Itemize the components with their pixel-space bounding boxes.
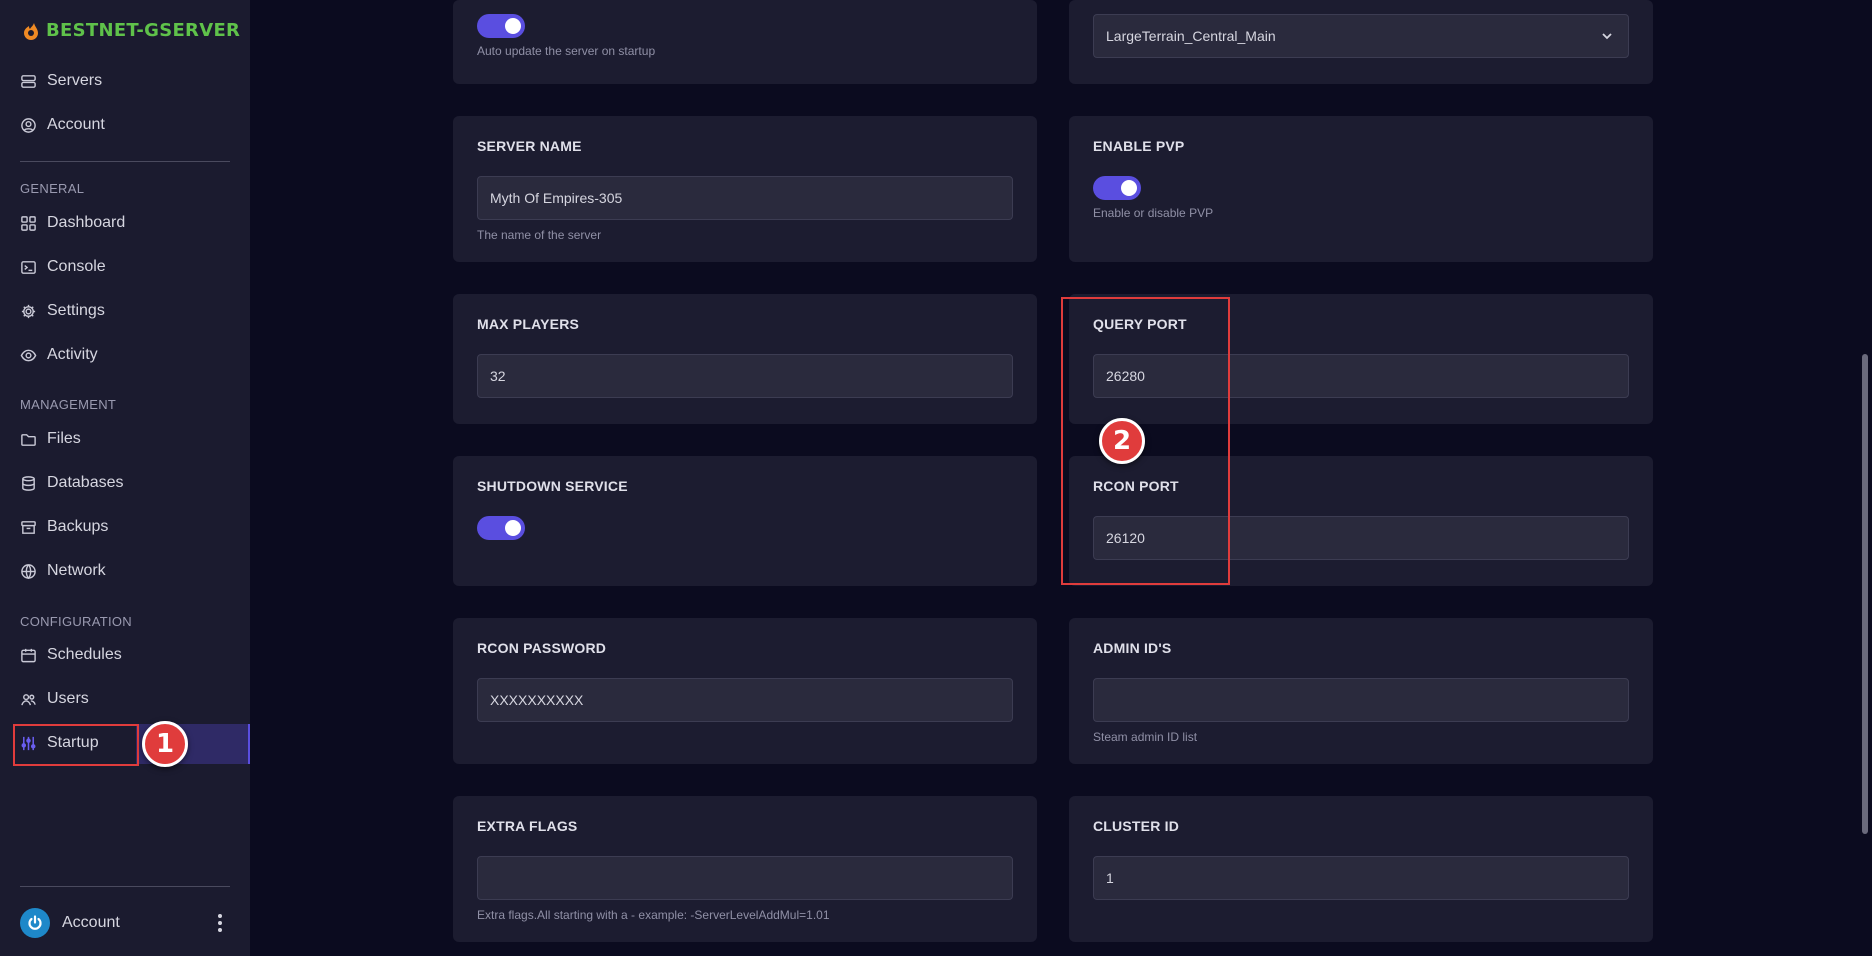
more-options-icon[interactable] [210,914,230,932]
rcon-password-title: RCON PASSWORD [477,640,607,656]
startup-highlight-box [13,724,139,766]
brand-logo[interactable]: BESTNET-GSERVER [20,16,240,44]
enable-pvp-toggle[interactable] [1093,176,1141,200]
sidebar-item-schedules[interactable]: Schedules [20,640,122,670]
sidebar-item-label: Backups [47,518,109,535]
grid-icon [21,215,36,231]
sidebar-item-network[interactable]: Network [20,556,106,586]
calendar-icon [21,648,36,662]
server-icon [21,74,36,88]
scrollbar-track[interactable] [1858,0,1872,956]
card-enable-pvp: ENABLE PVP Enable or disable PVP [1069,116,1653,262]
ports-highlight-box [1061,297,1230,585]
card-rcon-password: RCON PASSWORD XXXXXXXXXX [453,618,1037,764]
sidebar-item-label: Account [47,116,105,133]
card-auto-update: Auto update the server on startup [453,0,1037,84]
cluster-id-title: CLUSTER ID [1093,818,1179,834]
gear-icon [21,304,36,318]
auto-update-help: Auto update the server on startup [477,44,656,58]
archive-icon [21,520,36,534]
sidebar-item-label: Databases [47,474,124,491]
card-cluster-id: CLUSTER ID 1 [1069,796,1653,942]
sidebar-item-users[interactable]: Users [20,684,89,714]
enable-pvp-title: ENABLE PVP [1093,138,1185,154]
database-icon [22,475,35,491]
card-admin-ids: ADMIN ID'S Steam admin ID list [1069,618,1653,764]
sidebar-item-label: Files [47,430,81,447]
sidebar-item-backups[interactable]: Backups [20,512,108,542]
extra-flags-help: Extra flags.All starting with a - exampl… [477,908,830,922]
map-select[interactable]: LargeTerrain_Central_Main [1093,14,1629,58]
sidebar-item-activity[interactable]: Activity [20,340,98,370]
avatar [20,908,50,938]
extra-flags-input[interactable] [477,856,1013,900]
shutdown-service-title: SHUTDOWN SERVICE [477,478,628,494]
terminal-icon [21,260,36,274]
sidebar-item-label: Settings [47,302,105,319]
shutdown-service-toggle[interactable] [477,516,525,540]
card-extra-flags: EXTRA FLAGS Extra flags.All starting wit… [453,796,1037,942]
folder-icon [21,433,36,446]
auto-update-toggle[interactable] [477,14,525,38]
sidebar-item-label: Network [47,562,106,579]
chevron-down-icon [1602,33,1612,40]
section-label-management: MANAGEMENT [20,397,117,412]
bottom-account-menu[interactable]: Account [20,908,230,938]
sidebar-item-label: Activity [47,346,98,363]
section-label-configuration: CONFIGURATION [20,614,132,629]
sidebar-item-label: Users [47,690,89,707]
server-name-help: The name of the server [477,228,602,242]
globe-icon [21,563,36,579]
sidebar-divider [20,886,230,887]
card-shutdown-service: SHUTDOWN SERVICE [453,456,1037,586]
admin-ids-title: ADMIN ID'S [1093,640,1172,656]
sidebar-item-label: Dashboard [47,214,126,231]
sidebar-item-label: Servers [47,72,103,89]
sidebar-item-label: Console [47,258,106,275]
sidebar-item-console[interactable]: Console [20,252,106,282]
max-players-input[interactable]: 32 [477,354,1013,398]
startup-active-indicator [248,724,250,764]
extra-flags-title: EXTRA FLAGS [477,818,578,834]
step-badge-1: 1 [142,721,188,767]
card-max-players: MAX PLAYERS 32 [453,294,1037,424]
section-label-general: GENERAL [20,181,85,196]
users-icon [21,693,36,705]
sidebar-divider [20,161,230,162]
rcon-password-input[interactable]: XXXXXXXXXX [477,678,1013,722]
admin-ids-help: Steam admin ID list [1093,730,1198,744]
user-circle-icon [21,117,36,133]
scrollbar-thumb[interactable] [1862,354,1868,834]
sidebar-item-dashboard[interactable]: Dashboard [20,208,125,238]
sidebar-item-label: Schedules [47,646,122,663]
max-players-title: MAX PLAYERS [477,316,580,332]
brand-name: BESTNET-GSERVER [46,19,241,41]
admin-ids-input[interactable] [1093,678,1629,722]
card-server-name: SERVER NAME Myth Of Empires-305 The name… [453,116,1037,262]
sidebar-item-databases[interactable]: Databases [20,468,124,498]
bottom-account-label: Account [62,914,120,931]
server-name-input[interactable]: Myth Of Empires-305 [477,176,1013,220]
step-badge-2: 2 [1099,418,1145,464]
eye-icon [20,349,37,361]
flame-logo-icon [24,23,38,40]
cluster-id-input[interactable]: 1 [1093,856,1629,900]
server-name-title: SERVER NAME [477,138,582,154]
enable-pvp-help: Enable or disable PVP [1093,206,1214,220]
map-select-value: LargeTerrain_Central_Main [1106,28,1276,44]
sidebar-item-files[interactable]: Files [20,424,81,454]
card-map: LargeTerrain_Central_Main [1069,0,1653,84]
sidebar-item-account[interactable]: Account [20,110,105,140]
power-icon [28,915,42,930]
sidebar: BESTNET-GSERVER Servers Account GENERAL … [0,0,250,956]
sidebar-item-settings[interactable]: Settings [20,296,105,326]
sidebar-item-servers[interactable]: Servers [20,66,102,96]
